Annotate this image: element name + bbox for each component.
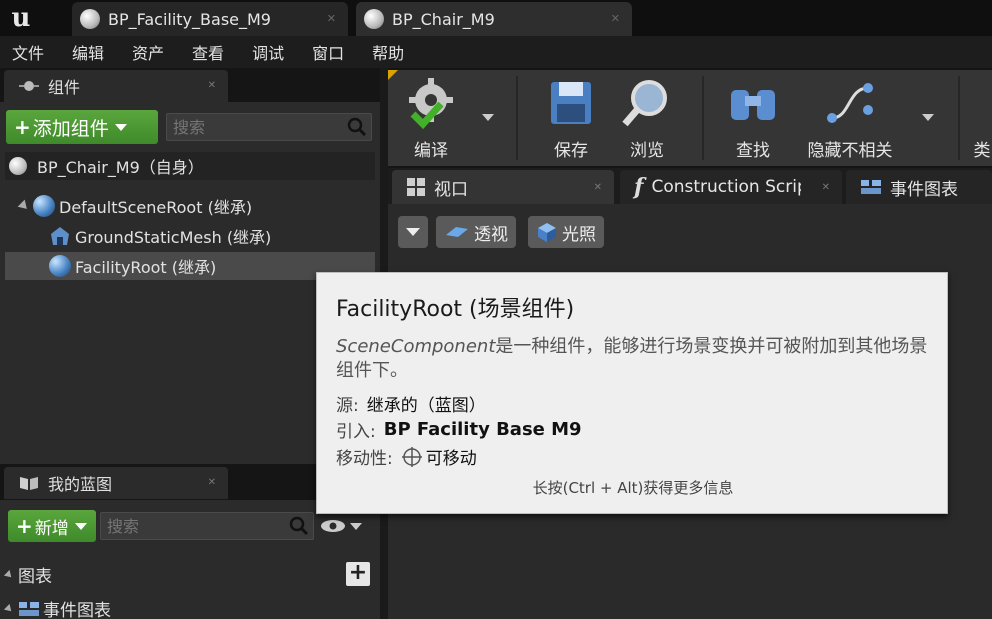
component-tooltip: FacilityRoot (场景组件) SceneComponent是一种组件，… [316, 272, 948, 514]
toolbar-separator [702, 76, 704, 160]
class-settings-icon [972, 74, 992, 134]
chevron-down-icon [114, 123, 127, 131]
compile-gear-icon [409, 78, 453, 130]
compile-options-chevron-icon[interactable] [482, 114, 494, 121]
panel-title: 我的蓝图 [48, 475, 113, 494]
tooltip-mobility-row: 移动性: 可移动 [336, 444, 477, 469]
tooltip-reference-row: 引入: BP Facility Base M9 [336, 419, 582, 442]
save-disk-icon [551, 82, 591, 124]
find-button[interactable]: 查找 [720, 74, 786, 162]
perspective-button[interactable]: 透视 [436, 216, 516, 248]
menu-view[interactable]: 查看 [180, 40, 240, 64]
plus-icon: + [16, 514, 33, 538]
tab-construction-script[interactable]: f Construction Script ✕ [620, 170, 842, 204]
tab-components[interactable]: 组件 ✕ [4, 70, 228, 102]
search-input[interactable] [107, 515, 257, 537]
tab-label: BP_Facility_Base_M9 [108, 9, 271, 29]
main-toolbar: 编译 保存 浏览 查找 隐藏不相关 类 [388, 70, 992, 166]
expand-arrow-icon[interactable] [3, 603, 15, 614]
tab-label: BP_Chair_M9 [392, 9, 495, 29]
close-icon[interactable]: ✕ [822, 182, 830, 193]
panel-title: 组件 [48, 78, 81, 97]
add-graph-button[interactable]: + [346, 562, 370, 586]
menu-help[interactable]: 帮助 [360, 40, 420, 64]
tree-item-ground-static-mesh[interactable]: GroundStaticMesh (继承) [5, 222, 375, 250]
tooltip-description: SceneComponent是一种组件，能够进行场景变换并可被附加到其他场景组件… [336, 336, 928, 381]
binoculars-icon [731, 90, 775, 120]
menu-bar: 文件 编辑 资产 查看 调试 窗口 帮助 [0, 36, 992, 68]
blueprint-search[interactable] [100, 512, 314, 540]
compile-button[interactable]: 编译 [396, 74, 466, 162]
book-icon [20, 477, 38, 490]
tab-bp-facility-base[interactable]: BP_Facility_Base_M9 ✕ [72, 2, 348, 36]
menu-edit[interactable]: 编辑 [60, 40, 120, 64]
title-bar: u BP_Facility_Base_M9 ✕ BP_Chair_M9 ✕ [0, 0, 992, 36]
components-search[interactable] [166, 113, 372, 141]
section-graphs[interactable]: 图表 [3, 562, 52, 587]
node-graph-icon [827, 83, 873, 123]
search-icon[interactable] [289, 516, 309, 536]
scene-component-icon [33, 195, 55, 217]
tooltip-hint: 长按(Ctrl + Alt)获得更多信息 [532, 479, 734, 497]
self-label: BP_Chair_M9（自身） [37, 158, 204, 177]
lighting-button[interactable]: 光照 [528, 216, 604, 248]
magnifier-icon [622, 80, 667, 127]
plus-icon: + [14, 115, 31, 139]
blueprint-sphere-icon [9, 157, 27, 175]
unreal-logo-icon[interactable]: u [6, 3, 36, 33]
blueprint-sphere-icon [364, 9, 384, 29]
tab-bp-chair[interactable]: BP_Chair_M9 ✕ [356, 2, 632, 36]
browse-button[interactable]: 浏览 [614, 74, 680, 162]
close-icon[interactable]: ✕ [594, 182, 602, 193]
menu-debug[interactable]: 调试 [240, 40, 300, 64]
search-input[interactable] [173, 116, 323, 138]
my-blueprint-panel: + 新增 图表 + 事件图表 [0, 500, 380, 619]
tree-item-default-scene-root[interactable]: DefaultSceneRoot (继承) [5, 192, 375, 220]
tree-item-label: DefaultSceneRoot (继承) [59, 198, 253, 217]
function-icon: f [634, 174, 644, 200]
menu-window[interactable]: 窗口 [300, 40, 360, 64]
menu-file[interactable]: 文件 [0, 40, 60, 64]
chevron-down-icon [74, 522, 87, 530]
tab-event-graph[interactable]: 事件图表 [846, 170, 992, 204]
tooltip-title: FacilityRoot (场景组件) [336, 297, 575, 322]
class-settings-button[interactable]: 类 [972, 74, 992, 162]
close-icon[interactable]: ✕ [327, 12, 336, 25]
event-graph-icon [861, 180, 881, 194]
perspective-icon [446, 227, 468, 237]
close-icon[interactable]: ✕ [208, 477, 216, 488]
chevron-down-icon [406, 228, 420, 236]
menu-asset[interactable]: 资产 [120, 40, 180, 64]
tree-item-label: FacilityRoot (继承) [75, 258, 217, 277]
hide-unrelated-options-chevron-icon[interactable] [922, 114, 934, 121]
tooltip-source-row: 源: 继承的（蓝图） [336, 396, 486, 416]
expand-arrow-icon[interactable] [3, 569, 15, 580]
close-icon[interactable]: ✕ [208, 80, 216, 91]
section-event-graph[interactable]: 事件图表 [3, 596, 111, 619]
close-icon[interactable]: ✕ [611, 12, 620, 25]
event-graph-icon [19, 601, 39, 616]
viewport-options-button[interactable] [398, 216, 428, 248]
toolbar-separator [516, 76, 518, 160]
toolbar-separator [958, 76, 960, 160]
viewport-grid-icon [407, 178, 425, 196]
blueprint-sphere-icon [80, 9, 100, 29]
lit-cube-icon [538, 223, 556, 242]
scene-component-icon [49, 255, 71, 277]
tree-item-label: GroundStaticMesh (继承) [75, 228, 272, 247]
tab-viewport[interactable]: 视口 ✕ [392, 170, 614, 204]
movable-icon [401, 446, 422, 467]
self-row[interactable]: BP_Chair_M9（自身） [5, 152, 375, 180]
static-mesh-icon [51, 227, 69, 245]
editor-tab-bar: 视口 ✕ f Construction Script ✕ 事件图表 [388, 168, 992, 204]
search-icon[interactable] [347, 117, 367, 137]
view-options-eye-icon[interactable] [320, 516, 366, 536]
new-button[interactable]: + 新增 [8, 510, 96, 542]
hide-unrelated-button[interactable]: 隐藏不相关 [802, 74, 898, 162]
add-component-button[interactable]: + 添加组件 [6, 110, 158, 144]
components-icon [19, 81, 39, 91]
expand-arrow-icon[interactable] [17, 199, 31, 213]
save-button[interactable]: 保存 [538, 74, 604, 162]
tab-my-blueprint[interactable]: 我的蓝图 ✕ [4, 467, 228, 499]
